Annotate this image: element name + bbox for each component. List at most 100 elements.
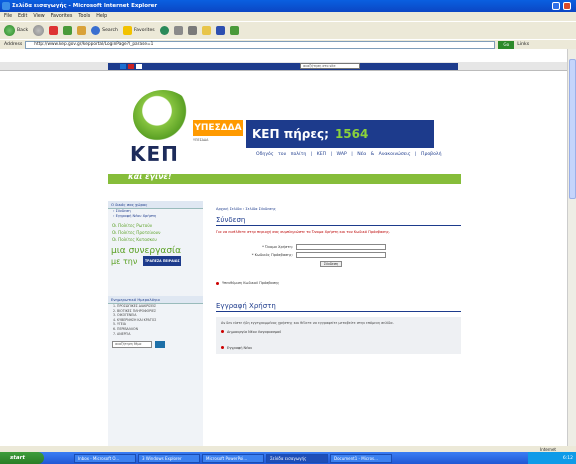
sidebar-heading: Ο δικός σας χώρος [108,201,203,209]
refresh-button[interactable] [63,25,73,37]
ypes-sub-label: ΥΠΕΣΔΔΑ [193,138,209,142]
flag-en-icon[interactable] [128,64,134,69]
bullet-icon [221,346,224,350]
taskbar-item-ie[interactable]: Σελίδα εισαγωγής [266,453,328,463]
window-titlebar[interactable]: Σελίδα εισαγωγής - Microsoft Internet Ex… [0,0,576,12]
print-icon [187,26,197,35]
menu-help[interactable]: Help [96,14,107,19]
list-item[interactable]: 7. ΑΝΕΡΓΙΑ [108,332,203,337]
search-icon [91,26,101,35]
partnership-bank[interactable]: με την ΤΡΑΠΕΖΑ ΠΕΙΡΑΙΩΣ [108,256,203,266]
folder-button[interactable] [201,25,211,37]
taskbar-item-powerpoint[interactable]: Microsoft PowerPoi... [202,453,264,463]
close-button[interactable] [563,2,571,10]
site-search-input[interactable]: αναζήτηση στο site [300,63,360,69]
start-button[interactable]: start [0,452,44,464]
minimize-button[interactable] [552,2,560,10]
taskbar-item-explorer[interactable]: 3 Windows Explorer [138,453,200,463]
sidebar-search-input[interactable]: αναζήτηση θέμα [112,341,152,349]
ypes-logo[interactable]: ΥΠΕΣΔΔΑ [193,120,243,136]
partnership-heading: μια συνεργασία [111,246,182,256]
register-text: Αν δεν είστε ήδη εγγεγραμμένος χρήστης κ… [221,321,394,326]
internet-zone-label: Internet [540,446,556,452]
site-top-blue-strip [108,63,458,70]
vertical-scrollbar[interactable] [567,49,576,446]
site-header: ΚΕΠ ΥΠΕΣΔΔΑ ΥΠΕΣΔΔΑ ΚΕΠ πήρες; 1564 Οδηγ… [108,72,461,196]
taskbar: start Inbox - Microsoft O... 3 Windows E… [0,452,576,464]
sidebar-citizens-ask[interactable]: Οι Πολίτες Ρωτούν [108,222,203,229]
bullet-icon [216,281,219,285]
username-row: * Όνομα Χρήστη: [216,244,386,251]
kep-logo-icon[interactable] [133,90,193,142]
breadcrumb[interactable]: Αρχική Σελίδα › Σελίδα Σύνδεσης [216,207,461,211]
home-button[interactable] [77,25,87,37]
register-box: Αν δεν είστε ήδη εγγεγραμμένος χρήστης κ… [216,317,461,354]
links-label[interactable]: Links [517,42,529,47]
go-button[interactable]: Go [498,40,515,49]
site-top-bar: αναζήτηση στο site [0,62,567,71]
menu-favorites[interactable]: Favorites [51,14,73,19]
messenger-icon [229,26,239,35]
favorites-button[interactable]: Favorites [122,25,155,37]
slogan: και έγινε! [128,172,172,181]
scrollbar-thumb[interactable] [569,59,576,199]
menu-view[interactable]: View [33,14,44,19]
flag-gr-icon[interactable] [120,64,126,69]
folder-icon [201,26,211,35]
sidebar-citizens-propose[interactable]: Οι Πολίτες Προτείνουν [108,229,203,236]
ie-icon [2,2,10,10]
register-title: Εγγραφή Χρήστη [216,302,461,313]
sidebar-citizens-build[interactable]: Οι Πολίτες Κατασκευ [108,236,203,243]
password-label: * Κωδικός Πρόσβασης: [251,253,293,258]
mail-button[interactable] [173,25,183,37]
new-account-link[interactable]: Εγγραφή Νέου [221,346,456,350]
page-viewport: αναζήτηση στο site ΚΕΠ ΥΠΕΣΔΔΑ ΥΠΕΣΔΔΑ Κ… [0,49,567,446]
taskbar-item-word[interactable]: Document1 - Micros... [330,453,392,463]
kep-1564-banner[interactable]: ΚΕΠ πήρες; 1564 [246,120,434,148]
address-input[interactable]: http://www.kep.gov.gr/kepportal/LoginPag… [25,40,496,49]
search-button[interactable]: Search [91,25,118,37]
taskbar-item-outlook[interactable]: Inbox - Microsoft O... [74,453,136,463]
back-button[interactable]: Back [4,25,28,37]
flag-fr-icon[interactable] [136,64,142,69]
address-label: Address [4,42,23,47]
refresh-icon [63,26,73,35]
piraeus-bank-logo: ΤΡΑΠΕΖΑ ΠΕΙΡΑΙΩΣ [143,256,182,266]
menu-file[interactable]: File [4,14,12,19]
sidebar-list-heading: Ενημερωτικό Ημερολόγιο [108,296,203,304]
banner-title: ΚΕΠ πήρες; [252,127,329,141]
menu-edit[interactable]: Edit [18,14,27,19]
username-input[interactable] [296,244,386,251]
page-body: Ο δικός σας χώρος › Σύνδεση › Εγγραφή Νέ… [108,196,461,446]
window-title: Σελίδα εισαγωγής - Microsoft Internet Ex… [12,3,158,9]
clock: 6:12 [562,455,573,461]
word-button[interactable] [215,25,225,37]
left-sidebar: Ο δικός σας χώρος › Σύνδεση › Εγγραφή Νέ… [108,201,203,446]
menu-bar: File Edit View Favorites Tools Help [0,12,576,21]
sidebar-search: αναζήτηση θέμα [112,341,199,349]
toolbar: Back Search Favorites [0,21,576,39]
address-bar: Address http://www.kep.gov.gr/kepportal/… [0,39,576,49]
back-arrow-icon [4,25,15,36]
login-title: Σύνδεση [216,216,461,226]
print-button[interactable] [187,25,197,37]
main-content: Αρχική Σελίδα › Σελίδα Σύνδεσης Σύνδεση … [216,201,461,446]
star-icon [122,26,132,35]
sidebar-search-button[interactable] [155,341,165,349]
word-icon [215,26,225,35]
forward-button[interactable] [33,25,45,37]
kep-logo-text: ΚΕΠ [130,142,179,166]
stop-icon [49,26,59,35]
messenger-button[interactable] [229,25,239,37]
top-navigation[interactable]: Οδηγός του πολίτη | ΚΕΠ | WAP | Νέα & Αν… [256,152,442,157]
mail-icon [173,26,183,35]
menu-tools[interactable]: Tools [78,14,90,19]
password-row: * Κωδικός Πρόσβασης: [216,252,386,259]
system-tray: 6:12 [528,452,576,464]
password-input[interactable] [296,252,386,259]
username-label: * Όνομα Χρήστη: [262,245,293,250]
home-icon [77,26,87,35]
banner-number: 1564 [334,127,369,141]
stop-button[interactable] [49,25,59,37]
media-button[interactable] [159,25,169,37]
